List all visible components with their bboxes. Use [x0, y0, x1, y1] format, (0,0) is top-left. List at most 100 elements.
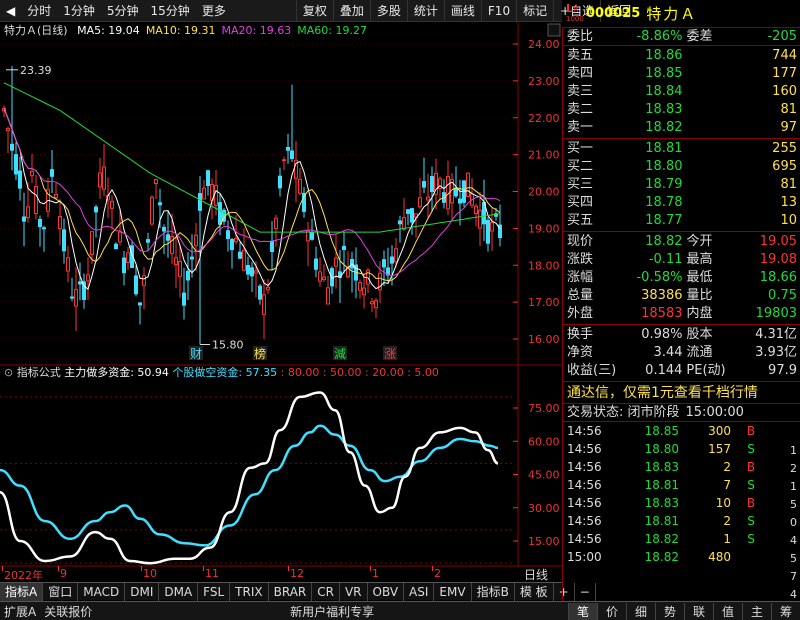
indicator-tab-13[interactable]: 指标B: [472, 582, 515, 601]
toolbar-item-5[interactable]: 复权: [295, 0, 333, 22]
back-arrow-icon[interactable]: ◀: [0, 0, 21, 22]
period-label[interactable]: 日线: [524, 566, 548, 583]
detail-tab-2[interactable]: 细: [626, 602, 655, 620]
quote-label: 今开: [686, 234, 713, 249]
indicator-tab-7[interactable]: BRAR: [269, 582, 313, 601]
candle-body: [246, 265, 250, 275]
promo-link[interactable]: 新用户福利专享: [286, 603, 378, 620]
candle-body: [146, 239, 150, 243]
toolbar-item-11[interactable]: 标记: [516, 0, 553, 22]
tick-scroll-digit: 7: [790, 570, 797, 583]
candle-body: [458, 198, 462, 204]
detail-tab-0[interactable]: 笔: [568, 602, 597, 620]
candle-body: [454, 187, 458, 197]
indicator-tab-8[interactable]: CR: [312, 582, 340, 601]
indicator-tab-6[interactable]: TRIX: [230, 582, 269, 601]
quote-value: 0.75: [768, 288, 797, 303]
bid-row[interactable]: 买一 18.81 255: [563, 140, 800, 158]
detail-tab-1[interactable]: 价: [597, 602, 626, 620]
ma-label-1: MA10: 19.31: [145, 24, 216, 37]
candle-body: [474, 205, 478, 215]
ma10-line: [3, 108, 501, 282]
toolbar-item-9[interactable]: 画线: [443, 0, 481, 22]
tick-row: 14:56 18.83 2 B: [563, 458, 800, 476]
candle-body: [258, 285, 262, 300]
event-marker: 榜: [254, 346, 266, 361]
indicator-tab-5[interactable]: FSL: [198, 582, 231, 601]
bid-row[interactable]: 买五 18.77 10: [563, 212, 800, 230]
toolbar-item-7[interactable]: 多股: [369, 0, 407, 22]
quote-label: 最高: [686, 252, 713, 267]
indicator-name[interactable]: 指标公式: [17, 366, 61, 379]
indicator-tab-9[interactable]: VR: [340, 582, 368, 601]
xaxis-tick: [58, 566, 59, 571]
detail-tab-7[interactable]: 筹: [771, 602, 800, 620]
xaxis-tick: [203, 566, 204, 571]
indicator-tab-2[interactable]: MACD: [78, 582, 126, 601]
ask-row[interactable]: 卖四 18.85 177: [563, 65, 800, 83]
xaxis-label-6: 2: [434, 567, 441, 580]
toolbar-item-6[interactable]: 叠加: [332, 0, 370, 22]
tick-price: 18.81: [644, 478, 679, 492]
retail-money-line: [0, 424, 499, 547]
tick-side: B: [746, 496, 756, 510]
bid-row[interactable]: 买二 18.80 695: [563, 158, 800, 176]
ask-price: 18.83: [645, 102, 683, 117]
indicator-tab-1[interactable]: 窗口: [43, 582, 79, 601]
candle-body: [314, 258, 318, 270]
indicator-tab-14[interactable]: 模 板: [515, 582, 554, 601]
detail-tab-6[interactable]: 主: [742, 602, 771, 620]
ask-volume: 744: [772, 48, 797, 63]
bid-price: 18.77: [645, 213, 683, 228]
tick-scroll-digit: 4: [790, 534, 797, 547]
bid-price: 18.80: [645, 159, 683, 174]
detail-tab-5[interactable]: 值: [713, 602, 742, 620]
toolbar-item-3[interactable]: 15分钟: [145, 0, 196, 22]
status-linked[interactable]: 关联报价: [40, 603, 96, 620]
ind-ytick-label: 60.00: [528, 435, 560, 448]
detail-tab-3[interactable]: 势: [655, 602, 684, 620]
toolbar-item-1[interactable]: 1分钟: [57, 0, 101, 22]
candle-body: [362, 287, 366, 296]
tick-row: 14:56 18.82 1 S: [563, 530, 800, 548]
weibi-value: -8.86%: [636, 29, 683, 44]
toolbar-item-4[interactable]: 更多: [196, 0, 232, 22]
level-badge: LR 1000: [566, 3, 584, 24]
toolbar-item-0[interactable]: 分时: [21, 0, 57, 22]
toolbar-item-8[interactable]: 统计: [406, 0, 444, 22]
tick-scroll-digit: 1: [790, 480, 797, 493]
ytick-label: 18.00: [528, 259, 560, 272]
tick-price: 18.80: [644, 442, 679, 456]
quote-row: 现价 18.82 今开 19.05: [563, 233, 800, 251]
candle-body: [198, 193, 202, 211]
indicator-tab-0[interactable]: 指标A: [0, 582, 44, 601]
toolbar-item-2[interactable]: 5分钟: [101, 0, 145, 22]
indicator-tab-3[interactable]: DMI: [125, 582, 160, 601]
candle-body: [262, 294, 266, 315]
kline-chart[interactable]: 24.00 23.00 22.00 21.00 20.00 19.00 18.00 17.00…: [0, 22, 562, 582]
indicator-tab-11[interactable]: ASI: [404, 582, 435, 601]
status-ext[interactable]: 扩展A: [0, 603, 40, 620]
bid-row[interactable]: 买四 18.78 13: [563, 194, 800, 212]
ask-row[interactable]: 卖五 18.86 744: [563, 47, 800, 65]
tick-list[interactable]: 14:56 18.85 300 B 14:56 18.80 157 S 14:56 18.83 2 B…: [563, 422, 800, 566]
bid-label: 买四: [567, 195, 594, 210]
ad-banner[interactable]: 通达信，仅需1元查看千档行情: [563, 382, 800, 404]
indicator-toggle-icon[interactable]: ⊙: [4, 366, 13, 379]
indicator-tab-4[interactable]: DMA: [159, 582, 199, 601]
detail-tab-4[interactable]: 联: [684, 602, 713, 620]
xaxis-label-0: 2022年: [4, 569, 43, 582]
candle-body: [194, 234, 198, 247]
ask-row[interactable]: 卖三 18.84 160: [563, 83, 800, 101]
quote-label: 内盘: [686, 306, 713, 321]
finance-row: 换手 0.98% 股本 4.31亿: [563, 326, 800, 344]
indicator-tab-12[interactable]: EMV: [434, 582, 472, 601]
ask-label: 卖四: [567, 66, 594, 81]
tick-row: 14:56 18.85 300 B: [563, 422, 800, 440]
toolbar-item-10[interactable]: F10: [480, 0, 516, 22]
ask-row[interactable]: 卖二 18.83 81: [563, 101, 800, 119]
ask-row[interactable]: 卖一 18.82 97: [563, 119, 800, 137]
bid-row[interactable]: 买三 18.79 81: [563, 176, 800, 194]
indicator-tab-10[interactable]: OBV: [368, 582, 405, 601]
candle-body: [26, 206, 30, 219]
